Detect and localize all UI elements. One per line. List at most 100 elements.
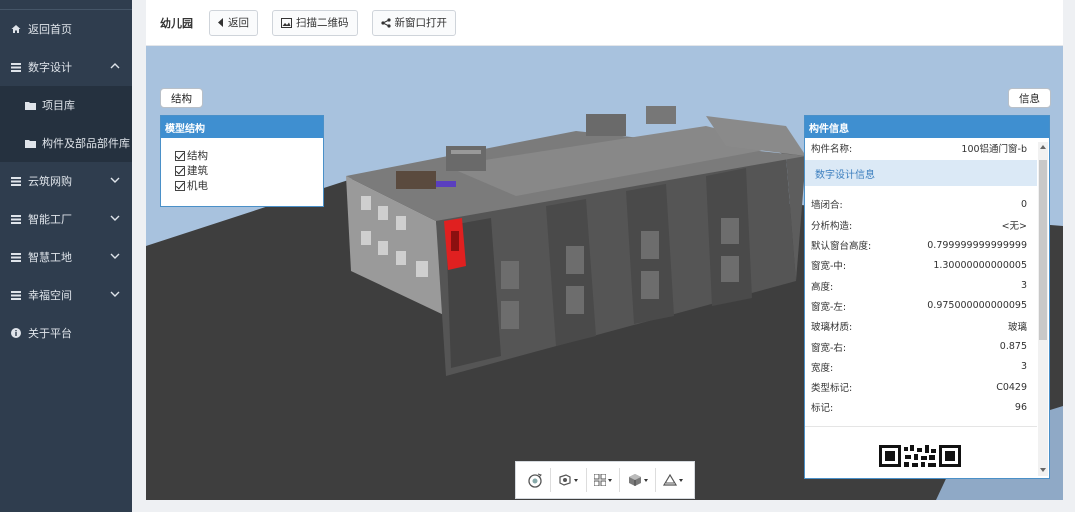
component-name-value: 100铝通门窗-b bbox=[961, 144, 1027, 156]
caret-down-icon bbox=[607, 478, 612, 482]
tree-item-label: 机电 bbox=[187, 180, 208, 192]
caret-left-icon bbox=[218, 18, 223, 27]
structure-toggle-label: 结构 bbox=[171, 92, 192, 105]
component-name-label: 构件名称: bbox=[811, 144, 853, 156]
info-row-value: C0429 bbox=[996, 381, 1027, 393]
cube-icon bbox=[628, 474, 641, 486]
chevron-down-icon bbox=[110, 253, 120, 259]
info-row: 默认窗台高度: 0.799999999999999 bbox=[805, 235, 1037, 255]
info-row: 类型标记: C0429 bbox=[805, 377, 1037, 397]
sidebar-item-label: 关于平台 bbox=[28, 327, 72, 340]
caret-down-icon bbox=[574, 478, 579, 482]
sidebar-item-label: 返回首页 bbox=[28, 23, 72, 36]
model-structure-tree: 结构 建筑 机电 bbox=[161, 138, 323, 193]
structure-toggle-button[interactable]: 结构 bbox=[160, 88, 203, 108]
camera-tool-button[interactable] bbox=[556, 468, 580, 492]
tree-item-structure[interactable]: 结构 bbox=[161, 148, 323, 163]
checkbox[interactable] bbox=[175, 150, 185, 161]
qr-code-icon bbox=[879, 445, 961, 470]
explode-tool-button[interactable] bbox=[592, 468, 614, 492]
sidebar-item-happy-space[interactable]: 幸福空间 bbox=[0, 276, 132, 314]
tree-item-mep[interactable]: 机电 bbox=[161, 178, 323, 193]
sidebar-item-cloud-shop[interactable]: 云筑网购 bbox=[0, 162, 132, 200]
sidebar-item-label: 云筑网购 bbox=[28, 175, 72, 188]
info-row-value: 0.799999999999999 bbox=[927, 239, 1027, 251]
info-row: 宽度: 3 bbox=[805, 357, 1037, 377]
digital-design-section-title: 数字设计信息 bbox=[805, 160, 1037, 187]
info-row-label: 窗宽-中: bbox=[811, 261, 847, 273]
top-toolbar: 幼儿园 返回 扫描二维码 新窗口打开 bbox=[146, 0, 1063, 46]
info-panel-scrollbar[interactable] bbox=[1038, 142, 1048, 476]
sidebar-item-component-library[interactable]: 构件及部品部件库 bbox=[0, 124, 132, 162]
info-row-value: 1.30000000000005 bbox=[933, 259, 1027, 271]
chevron-down-icon bbox=[110, 215, 120, 221]
info-toggle-button[interactable]: 信息 bbox=[1008, 88, 1051, 108]
new-window-button[interactable]: 新窗口打开 bbox=[371, 9, 456, 36]
info-row-value: <无> bbox=[1001, 220, 1027, 232]
sidebar-item-label: 项目库 bbox=[42, 99, 75, 112]
sidebar-item-smart-factory[interactable]: 智能工厂 bbox=[0, 200, 132, 238]
info-row: 窗宽-中: 1.30000000000005 bbox=[805, 255, 1037, 275]
caret-down-icon bbox=[643, 478, 648, 482]
sidebar-submenu: 项目库 构件及部品部件库 bbox=[0, 86, 132, 162]
model-structure-panel: 模型结构 结构 建筑 机电 bbox=[160, 115, 324, 207]
share-icon bbox=[380, 17, 391, 28]
model-viewport[interactable]: 结构 模型结构 结构 建筑 机电 信息 构件信息 构件名称: 100铝通门窗-b… bbox=[146, 46, 1063, 500]
list-icon bbox=[10, 251, 22, 263]
sidebar-item-label: 构件及部品部件库 bbox=[42, 137, 130, 150]
component-info-body: 构件名称: 100铝通门窗-b 数字设计信息 墙闭合: 0 分析构造: <无> 默认… bbox=[805, 138, 1049, 418]
info-row-value: 0 bbox=[1020, 198, 1027, 210]
list-icon bbox=[10, 289, 22, 301]
scan-qrcode-button[interactable]: 扫描二维码 bbox=[272, 9, 358, 36]
image-icon bbox=[281, 17, 292, 28]
toolbar-divider bbox=[549, 468, 551, 492]
sidebar-top-divider bbox=[0, 0, 132, 10]
info-panel-divider bbox=[805, 425, 1037, 427]
toolbar-divider bbox=[654, 468, 656, 492]
measure-tool-button[interactable] bbox=[661, 468, 685, 492]
checkbox[interactable] bbox=[175, 165, 185, 176]
chevron-down-icon bbox=[110, 291, 120, 297]
info-row-label: 类型标记: bbox=[811, 383, 853, 395]
model-structure-panel-title: 模型结构 bbox=[161, 116, 323, 138]
sidebar-item-about[interactable]: 关于平台 bbox=[0, 314, 132, 352]
info-row-label: 宽度: bbox=[811, 362, 834, 374]
tree-item-label: 建筑 bbox=[187, 165, 208, 177]
sidebar-item-project-library[interactable]: 项目库 bbox=[0, 86, 132, 124]
info-row-label: 窗宽-左: bbox=[811, 301, 847, 313]
info-row: 墙闭合: 0 bbox=[805, 194, 1037, 214]
info-icon bbox=[10, 327, 22, 339]
component-info-panel-title: 构件信息 bbox=[805, 116, 1049, 138]
sidebar-item-label: 智慧工地 bbox=[28, 251, 72, 264]
model-view-tool-button[interactable] bbox=[626, 468, 650, 492]
chevron-down-icon bbox=[110, 177, 120, 183]
info-row-label: 标记: bbox=[811, 403, 834, 415]
scroll-up-icon[interactable] bbox=[1040, 145, 1046, 149]
info-row-value: 0.975000000000095 bbox=[927, 300, 1027, 312]
toolbar-divider bbox=[585, 468, 587, 492]
page-title: 幼儿园 bbox=[160, 16, 193, 30]
list-icon bbox=[10, 61, 22, 73]
sidebar-item-smart-site[interactable]: 智慧工地 bbox=[0, 238, 132, 276]
info-row: 分析构造: <无> bbox=[805, 215, 1037, 235]
info-row-label: 窗宽-右: bbox=[811, 342, 847, 354]
scan-qrcode-label: 扫描二维码 bbox=[296, 17, 349, 29]
scroll-thumb[interactable] bbox=[1039, 160, 1047, 340]
folder-icon bbox=[24, 137, 36, 149]
info-row-label: 墙闭合: bbox=[811, 200, 843, 212]
sidebar-item-home[interactable]: 返回首页 bbox=[0, 10, 132, 48]
scroll-down-icon[interactable] bbox=[1040, 468, 1046, 472]
sidebar-item-digital-design[interactable]: 数字设计 bbox=[0, 48, 132, 86]
sidebar-item-label: 幸福空间 bbox=[28, 289, 72, 302]
info-row: 标记: 96 bbox=[805, 397, 1037, 417]
folder-icon bbox=[24, 99, 36, 111]
orbit-tool-button[interactable] bbox=[525, 468, 545, 492]
checkbox[interactable] bbox=[175, 180, 185, 191]
info-row-value: 3 bbox=[1020, 361, 1027, 373]
tree-item-architecture[interactable]: 建筑 bbox=[161, 163, 323, 178]
info-row: 高度: 3 bbox=[805, 275, 1037, 295]
viewer-navigation-toolbar bbox=[515, 461, 695, 499]
list-icon bbox=[10, 175, 22, 187]
info-row: 窗宽-左: 0.975000000000095 bbox=[805, 296, 1037, 316]
back-button[interactable]: 返回 bbox=[209, 9, 258, 36]
